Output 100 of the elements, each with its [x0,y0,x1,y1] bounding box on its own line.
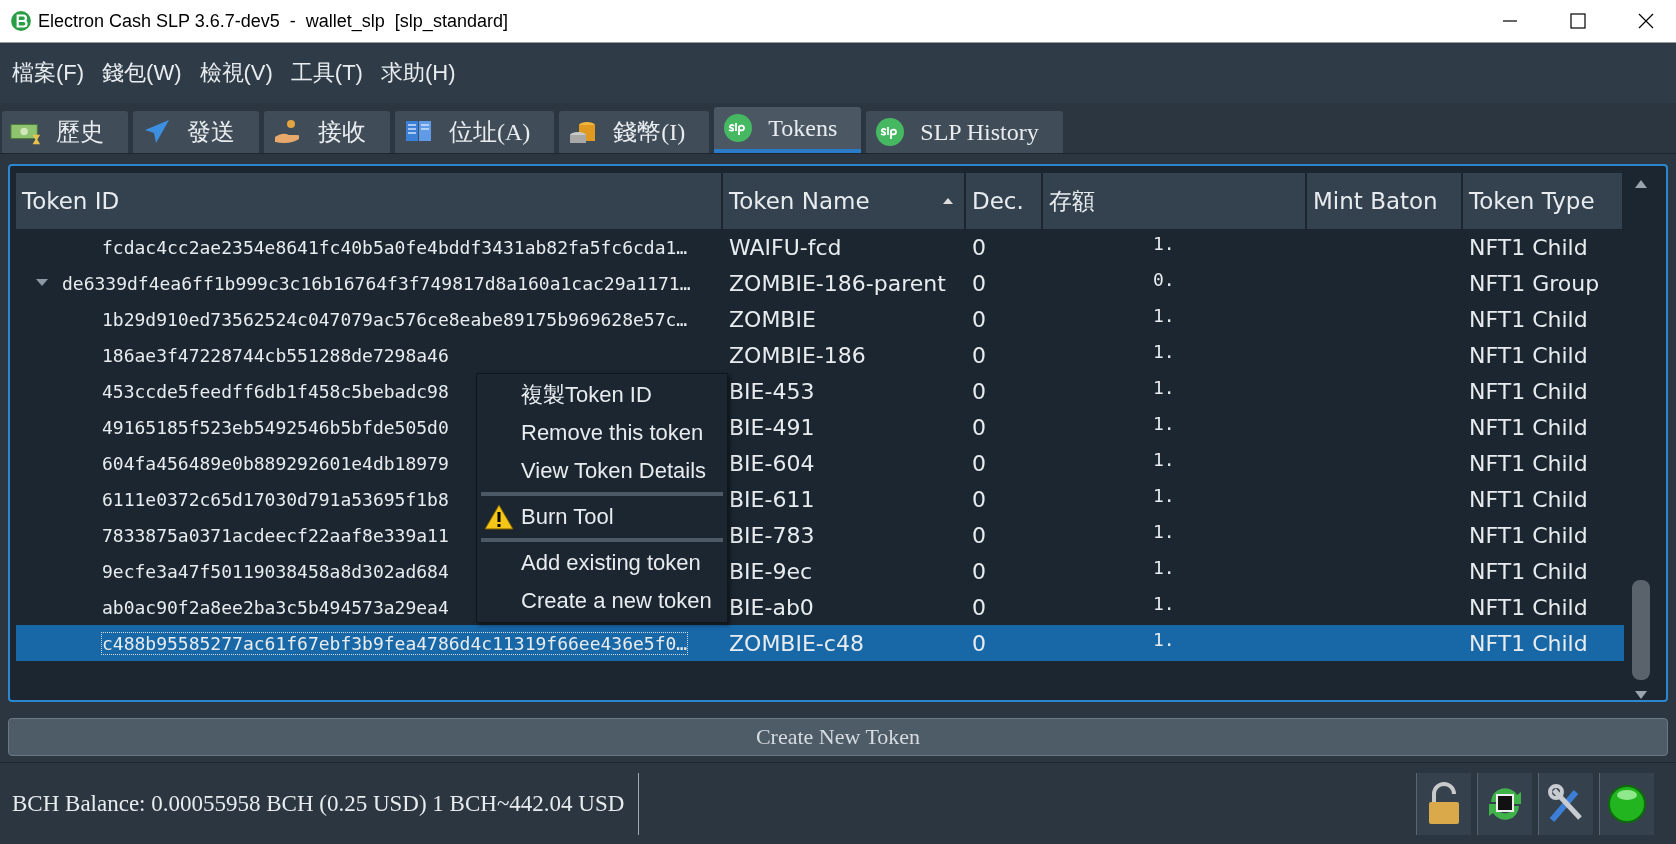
context-menu-item[interactable]: Burn Tool [477,498,727,536]
column-header[interactable]: Dec. [966,173,1043,229]
balance: 1. [1153,305,1175,326]
token-id: fcdac4cc2ae2354e8641fc40b5a0fe4bddf3431ab82fa5fc6cda1… [102,236,688,258]
decimals: 0 [972,270,986,296]
token-name: BIE-9ec [729,558,813,584]
decimals: 0 [972,414,986,440]
warning-icon [484,504,514,530]
token-id: 604fa456489e0b889292601e4db18979 [102,452,449,474]
decimals: 0 [972,342,986,368]
balance-status: BCH Balance: 0.00055958 BCH (0.25 USD) 1 BCH~442.04 USD [0,772,640,835]
token-id: 9ecfe3a47f50119038458a8d302ad684 [102,560,449,582]
token-name: WAIFU-fcd [729,234,842,260]
context-menu-item[interactable]: Create a new token [477,582,727,620]
scroll-up-icon[interactable] [1634,179,1648,189]
context-menu-item[interactable]: Add existing token [477,544,727,582]
sync-icon[interactable] [1477,772,1532,835]
menu-item[interactable]: 錢包(W) [102,58,182,88]
column-header[interactable]: Token Type [1463,173,1624,229]
context-menu-item[interactable]: Remove this token [477,414,727,452]
decimals: 0 [972,594,986,620]
sort-arrow-icon [942,197,954,205]
token-name: BIE-604 [729,450,815,476]
decimals: 0 [972,486,986,512]
menu-item[interactable]: 檔案(F) [12,58,85,88]
network-status-icon[interactable] [1599,772,1654,835]
tools-icon[interactable] [1538,772,1593,835]
balance: 0. [1153,269,1175,290]
tab[interactable]: Tokens [714,107,862,153]
tab[interactable]: 錢幣(I) [559,111,710,153]
slp-logo-icon [722,113,755,143]
token-id: 453ccde5feedff6db1f458c5bebadc98 [102,380,449,402]
token-name: ZOMBIE-186-parent [729,270,946,296]
column-header[interactable]: Token Name [723,173,966,229]
token-type: NFT1 Child [1469,414,1588,440]
balance: 1. [1153,341,1175,362]
token-id: 186ae3f47228744cb551288de7298a46 [102,344,449,366]
token-name: ZOMBIE-186 [729,342,866,368]
tab[interactable]: 接收 [264,111,390,153]
decimals: 0 [972,558,986,584]
token-type: NFT1 Child [1469,594,1588,620]
lock-icon[interactable] [1416,772,1471,835]
token-name: BIE-783 [729,522,815,548]
token-id: 6111e0372c65d17030d791a53695f1b8 [102,488,449,510]
create-new-token-button[interactable]: Create New Token [8,718,1668,756]
scrollbar-thumb[interactable] [1632,580,1650,680]
token-id: de6339df4ea6ff1b999c3c16b16764f3f749817d8a160a1cac29a1171… [62,272,691,294]
token-name: BIE-491 [729,414,815,440]
context-menu-item[interactable]: 複製Token ID [477,376,727,414]
menu-item[interactable]: 求助(H) [380,58,456,88]
token-type: NFT1 Group [1469,270,1600,296]
token-id: 49165185f523eb5492546b5bfde505d0 [102,416,449,438]
decimals: 0 [972,630,986,656]
decimals: 0 [972,306,986,332]
token-id: 1b29d910ed73562524c047079ac576ce8eabe89175b969628e57c… [102,308,688,330]
token-type: NFT1 Child [1469,234,1588,260]
decimals: 0 [972,522,986,548]
column-header[interactable]: Mint Baton [1307,173,1463,229]
token-type: NFT1 Child [1469,378,1588,404]
collapse-arrow-icon[interactable] [36,279,48,287]
balance: 1. [1153,629,1175,650]
decimals: 0 [972,234,986,260]
token-type: NFT1 Child [1469,450,1588,476]
maximize-icon[interactable] [1568,11,1588,31]
decimals: 0 [972,378,986,404]
token-type: NFT1 Child [1469,486,1588,512]
decimals: 0 [972,450,986,476]
context-menu-item[interactable]: View Token Details [477,452,727,490]
balance: 1. [1153,449,1175,470]
tab[interactable]: 位址(A) [395,111,555,153]
slp-logo-icon [874,117,907,147]
column-header[interactable]: Token ID [16,173,723,229]
scroll-down-icon[interactable] [1634,690,1648,700]
balance: 1. [1153,485,1175,506]
balance: 1. [1153,377,1175,398]
selected-row[interactable]: c488b95585277ac61f67ebf3b9fea4786d4c11319f66ee436e5f0… ZOMBIE-c48 0 1. NFT1 Child [16,625,1624,661]
token-name: ZOMBIE-c48 [729,630,864,656]
balance: 1. [1153,521,1175,542]
column-header[interactable]: 存額 [1043,173,1307,229]
tab[interactable]: 發送 [133,111,259,153]
token-name: ZOMBIE [729,306,816,332]
tab[interactable]: 歷史 [2,111,128,153]
balance: 1. [1153,557,1175,578]
app-logo-icon [10,10,32,32]
balance: 1. [1153,233,1175,254]
token-type: NFT1 Child [1469,522,1588,548]
window-title: Electron Cash SLP 3.6.7-dev5 - wallet_slp [slp_standard] [38,10,509,32]
close-icon[interactable] [1636,11,1656,31]
tab[interactable]: SLP History [866,111,1063,153]
token-id: 7833875a0371acdeecf22aaf8e339a11 [102,524,449,546]
token-name: BIE-453 [729,378,815,404]
balance: 1. [1153,593,1175,614]
token-name: BIE-ab0 [729,594,814,620]
menu-item[interactable]: 工具(T) [290,58,363,88]
token-type: NFT1 Child [1469,342,1588,368]
token-id: ab0ac90f2a8ee2ba3c5b494573a29ea4 [102,596,449,618]
token-id: c488b95585277ac61f67ebf3b9fea4786d4c11319f66ee436e5f0… [102,632,688,654]
menu-item[interactable]: 檢視(V) [199,58,273,88]
token-type: NFT1 Child [1469,558,1588,584]
balance: 1. [1153,413,1175,434]
